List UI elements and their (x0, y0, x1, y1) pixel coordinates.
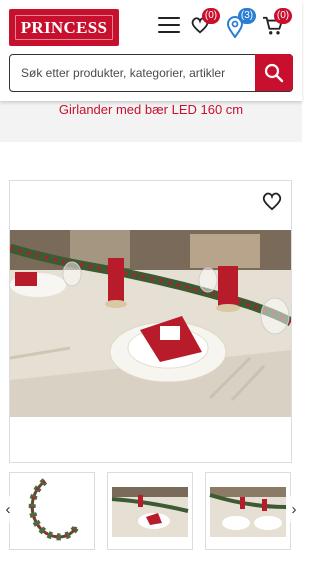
thumbnail-prev-button[interactable]: ‹ (0, 496, 16, 522)
hamburger-icon-line (158, 31, 180, 33)
thumbnail-table-setting-2[interactable] (205, 472, 291, 550)
wishlist-button[interactable]: (0) (190, 8, 220, 38)
search-icon (264, 63, 284, 82)
site-header: PRINCESS (0) (3) (0) (0, 0, 302, 101)
stores-button[interactable]: (3) (226, 8, 256, 38)
table-setting-photo (10, 230, 291, 417)
hamburger-icon-line (158, 24, 180, 26)
hamburger-icon (158, 17, 180, 19)
brand-name: PRINCESS (20, 17, 108, 37)
search-button[interactable] (255, 54, 293, 91)
chevron-left-icon: ‹ (5, 500, 11, 518)
search-bar (9, 54, 293, 92)
search-input[interactable] (10, 55, 265, 90)
stores-count-badge: (3) (238, 8, 256, 24)
chevron-right-icon: › (291, 500, 297, 518)
thumbnail-next-button[interactable]: › (286, 496, 302, 522)
thumbnail-table-setting-1[interactable] (107, 472, 193, 550)
table-thumbnail-image-1 (108, 473, 192, 549)
menu-button[interactable] (158, 17, 180, 35)
wishlist-count-badge: (0) (202, 8, 220, 24)
product-gallery (9, 180, 292, 463)
heart-outline-icon[interactable] (261, 191, 283, 211)
main-product-image[interactable] (10, 230, 291, 417)
thumbnail-garland[interactable] (9, 472, 95, 550)
cart-count-badge: (0) (274, 8, 292, 24)
garland-thumbnail-image (10, 473, 94, 549)
cart-button[interactable]: (0) (262, 8, 292, 38)
princess-logo[interactable]: PRINCESS (9, 9, 119, 46)
table-thumbnail-image-2 (206, 473, 290, 549)
product-title: Girlander med bær LED 160 cm (58, 102, 244, 117)
